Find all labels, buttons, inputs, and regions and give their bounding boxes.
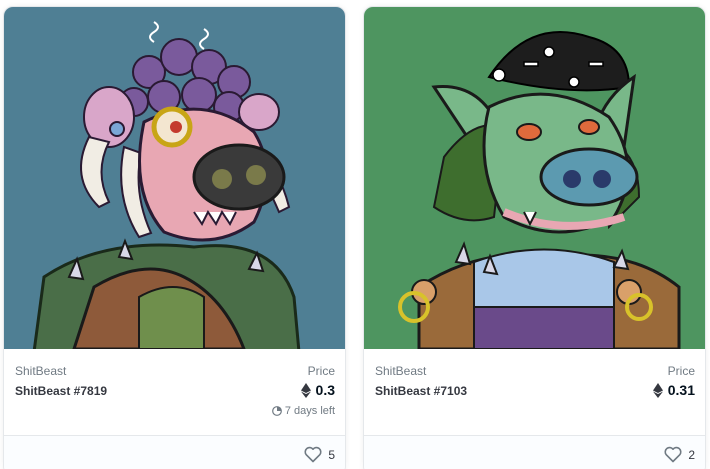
heart-icon[interactable] — [304, 446, 322, 463]
favorite-button[interactable]: 5 — [304, 446, 335, 463]
card-footer: 5 — [4, 435, 345, 469]
token-name[interactable]: ShitBeast #7103 — [375, 384, 467, 398]
collection-name[interactable]: ShitBeast — [15, 364, 66, 378]
price-value: 0.3 — [315, 382, 335, 398]
price-row: 0.3 — [300, 382, 335, 398]
price-label: Price — [667, 364, 695, 378]
card-info: ShitBeast ShitBeast #7819 Price 0.3 7 da… — [4, 349, 345, 435]
beast-artwork-image — [364, 7, 705, 349]
price-row: 0.31 — [652, 382, 695, 398]
favorite-button[interactable]: 2 — [664, 446, 695, 463]
nft-card[interactable]: ShitBeast ShitBeast #7103 Price 0.31 2 — [363, 6, 706, 469]
nft-artwork[interactable] — [364, 7, 705, 349]
heart-icon[interactable] — [664, 446, 682, 463]
nft-card[interactable]: ShitBeast ShitBeast #7819 Price 0.3 7 da… — [3, 6, 346, 469]
price-value: 0.31 — [667, 382, 695, 398]
collection-name[interactable]: ShitBeast — [375, 364, 426, 378]
card-footer: 2 — [364, 435, 705, 469]
beast-artwork-image — [4, 7, 345, 349]
ethereum-icon — [300, 382, 311, 398]
nft-artwork[interactable] — [4, 7, 345, 349]
price-label: Price — [307, 364, 335, 378]
ethereum-icon — [652, 382, 663, 398]
clock-icon — [271, 406, 282, 416]
token-name[interactable]: ShitBeast #7819 — [15, 384, 107, 398]
card-info: ShitBeast ShitBeast #7103 Price 0.31 — [364, 349, 705, 435]
like-count: 2 — [688, 447, 695, 462]
time-left-text: 7 days left — [284, 405, 335, 417]
time-left: 7 days left — [271, 405, 335, 417]
like-count: 5 — [328, 447, 335, 462]
